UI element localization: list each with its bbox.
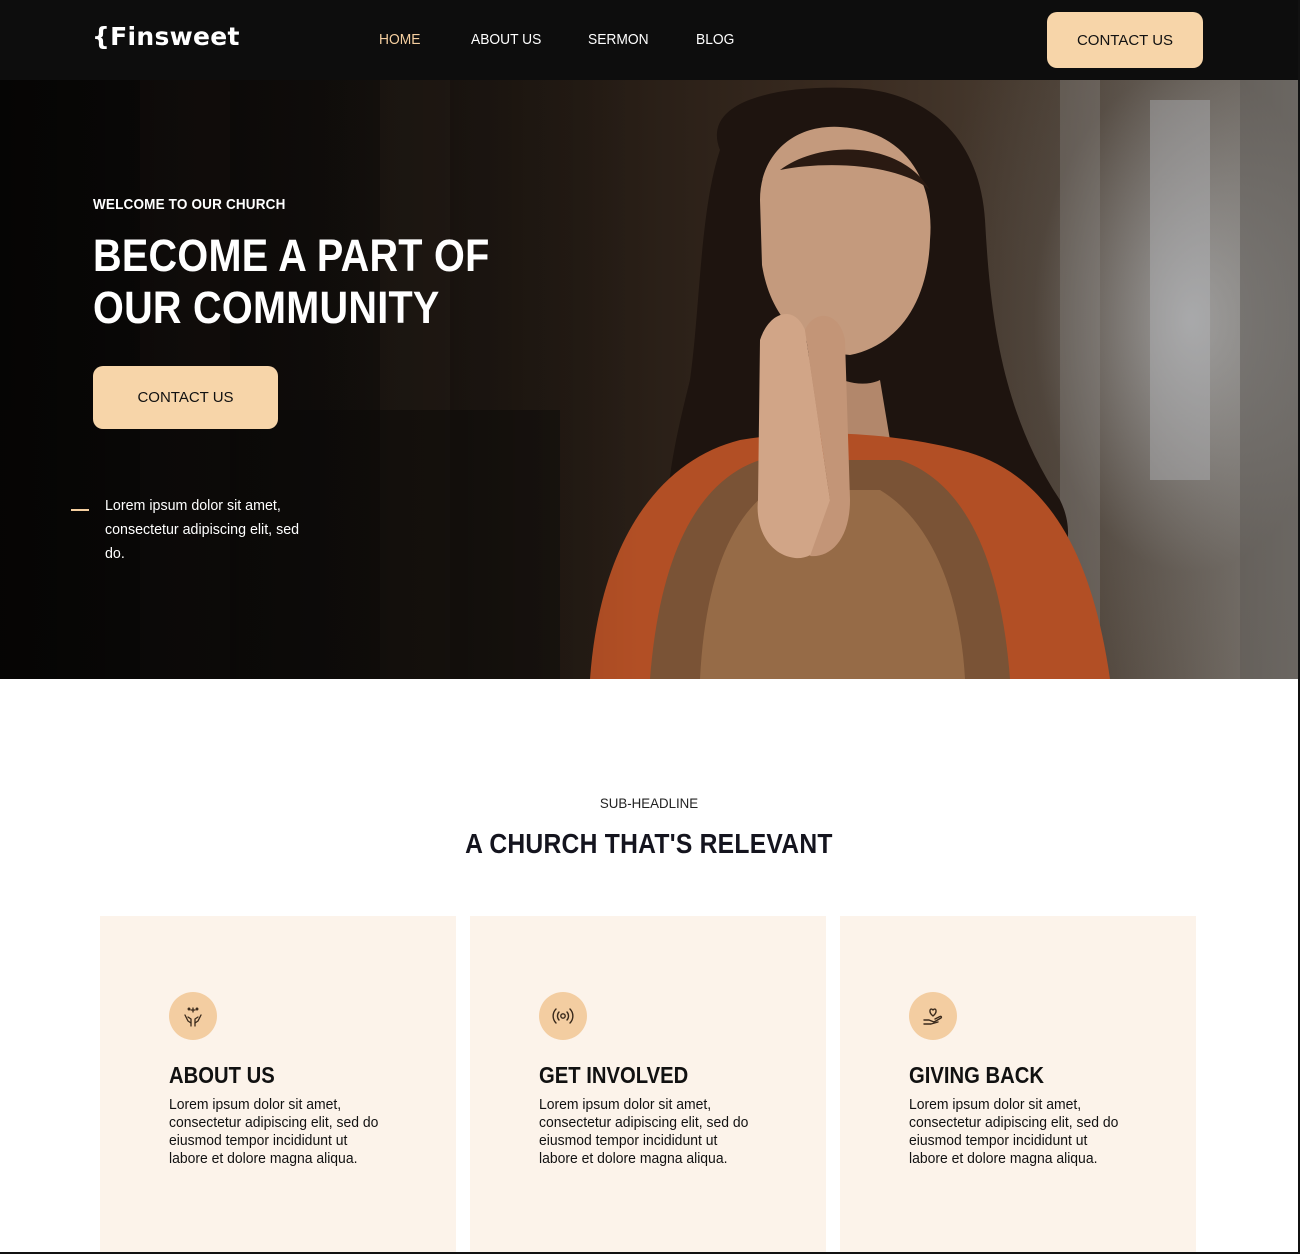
hero-title: BECOME A PART OF OUR COMMUNITY	[93, 230, 490, 333]
praying-hands-icon	[169, 992, 217, 1040]
nav-contact-button[interactable]: CONTACT US	[1047, 12, 1203, 68]
logo[interactable]: {Finsweet	[92, 22, 240, 51]
nav-link-about-us[interactable]: ABOUT US	[471, 31, 541, 48]
hero-contact-button[interactable]: CONTACT US	[93, 366, 278, 429]
card-description: Lorem ipsum dolor sit amet, consectetur …	[539, 1096, 749, 1167]
card-get-involved[interactable]: GET INVOLVED Lorem ipsum dolor sit amet,…	[470, 916, 826, 1254]
hero-text-dash	[71, 509, 89, 511]
card-description: Lorem ipsum dolor sit amet, consectetur …	[909, 1096, 1119, 1167]
nav-link-home[interactable]: HOME	[379, 31, 420, 48]
nav-link-sermon[interactable]: SERMON	[588, 31, 649, 48]
heart-hand-icon	[909, 992, 957, 1040]
hero-description: Lorem ipsum dolor sit amet, consectetur …	[105, 497, 300, 562]
card-title: GIVING BACK	[909, 1062, 1044, 1088]
card-title: ABOUT US	[169, 1062, 275, 1088]
section-sub-headline: SUB-HEADLINE	[599, 795, 699, 811]
card-about-us[interactable]: ABOUT US Lorem ipsum dolor sit amet, con…	[100, 916, 456, 1254]
hero-eyebrow: WELCOME TO OUR CHURCH	[93, 196, 286, 213]
card-description: Lorem ipsum dolor sit amet, consectetur …	[169, 1096, 379, 1167]
nav-link-blog[interactable]: BLOG	[696, 31, 734, 48]
top-navigation: {Finsweet HOME ABOUT US SERMON BLOG CONT…	[0, 0, 1298, 80]
card-giving-back[interactable]: GIVING BACK Lorem ipsum dolor sit amet, …	[840, 916, 1196, 1254]
section-title-text: A CHURCH THAT'S RELEVANT	[465, 828, 833, 859]
broadcast-icon	[539, 992, 587, 1040]
card-title: GET INVOLVED	[539, 1062, 689, 1088]
section-title: A CHURCH THAT'S RELEVANT	[0, 828, 1298, 860]
hero-section: WELCOME TO OUR CHURCH BECOME A PART OF O…	[0, 80, 1298, 679]
